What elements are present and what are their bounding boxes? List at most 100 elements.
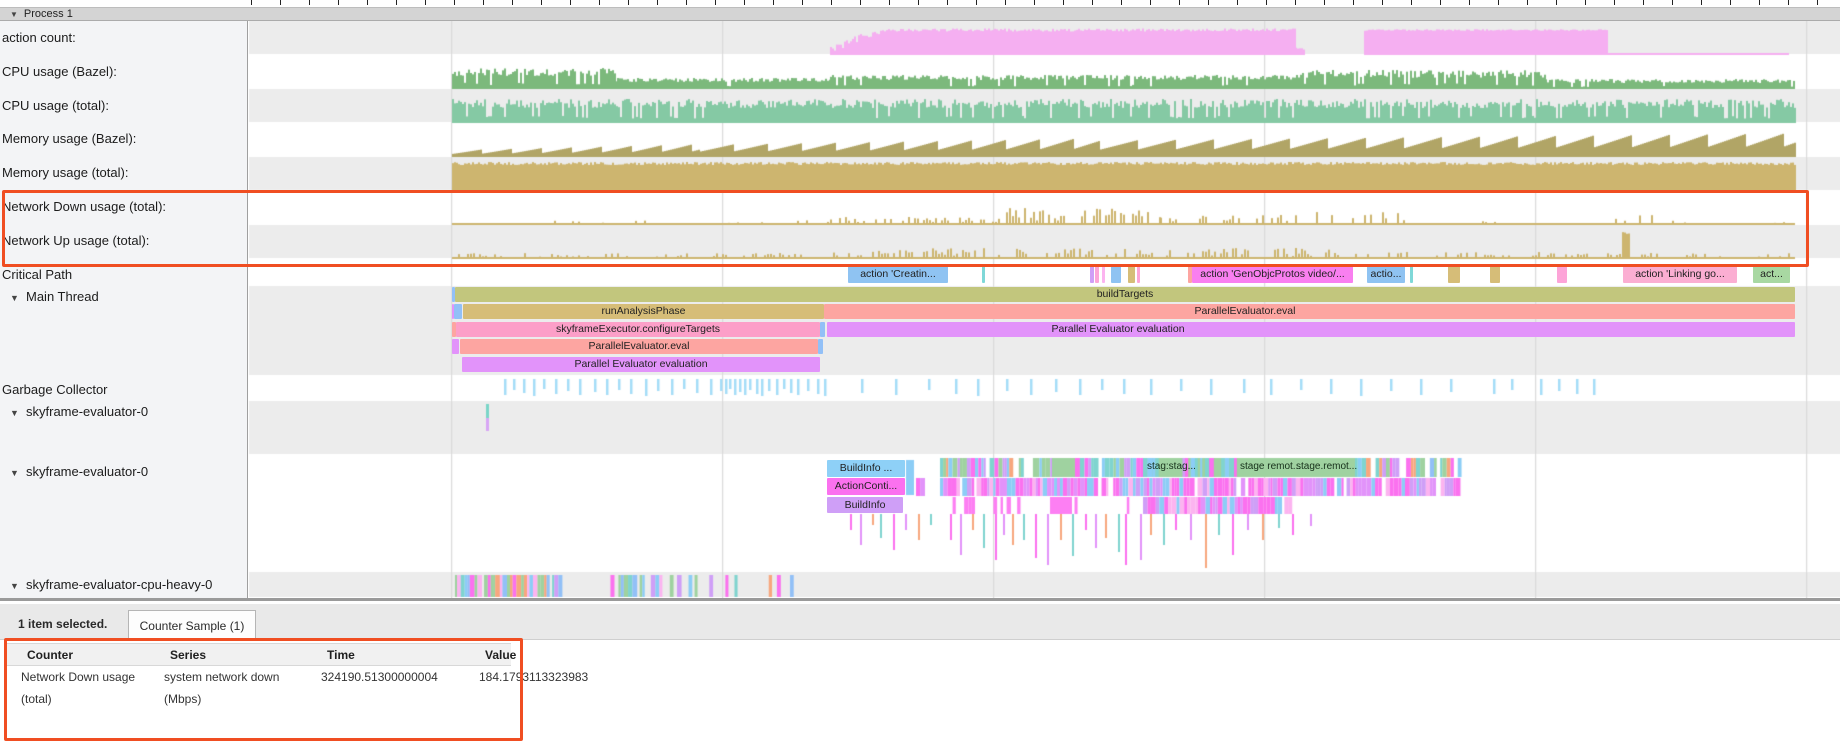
expand-arrow-icon[interactable]: ▼: [0, 408, 26, 418]
track-title: CPU usage (Bazel):: [2, 64, 117, 79]
critical-path-tick-7[interactable]: [1137, 266, 1140, 283]
staging-slice-label-2-label: stage.remot...: [1296, 461, 1357, 472]
track-title: skyframe-evaluator-0: [26, 404, 148, 419]
sidebar-item-memory-usage-bazel-[interactable]: Memory usage (Bazel):: [2, 131, 136, 146]
staging-slice-label-2: stage.remot...: [1296, 461, 1357, 472]
sidebar-item-skyframe-evaluator-cpu-heavy-0[interactable]: ▼skyframe-evaluator-cpu-heavy-0: [0, 577, 212, 592]
main-thread-slice-1-3[interactable]: ParallelEvaluator.eval: [824, 304, 1795, 319]
evaluator-slice-2[interactable]: BuildInfo: [827, 497, 903, 513]
evaluator-slice-0[interactable]: BuildInfo ...: [827, 460, 905, 477]
staging-slice-label-0: stag:stag...: [1147, 461, 1196, 472]
critical-path-tick-13[interactable]: [1490, 266, 1500, 283]
track-title: Memory usage (Bazel):: [2, 131, 136, 146]
track-title: Network Down usage (total):: [2, 199, 166, 214]
table-cell[interactable]: (total): [21, 692, 52, 706]
sidebar-item-skyframe-evaluator-0[interactable]: ▼skyframe-evaluator-0: [0, 404, 148, 419]
critical-path-slice-9[interactable]: action 'GenObjcProtos video/...: [1192, 266, 1353, 283]
sidebar-item-cpu-usage-bazel-[interactable]: CPU usage (Bazel):: [2, 64, 117, 79]
main-thread-slice-2-3-label: Parallel Evaluator evaluation: [1051, 322, 1184, 337]
evaluator-slice-1-label: ActionConti...: [827, 478, 905, 495]
track-title: skyframe-evaluator-cpu-heavy-0: [26, 577, 212, 592]
critical-path-slice-15[interactable]: action 'Linking go...: [1623, 266, 1737, 283]
track-title: Main Thread: [26, 289, 99, 304]
column-header-value[interactable]: Value: [485, 648, 516, 662]
evaluator-slice-1[interactable]: ActionConti...: [827, 478, 905, 495]
timeline-area: action 'Creatin... action 'GenObjcProtos …: [0, 0, 1840, 598]
main-thread-slice-1-1[interactable]: [454, 304, 462, 319]
track-sidebar: action count: CPU usage (Bazel): CPU usage…: [0, 21, 248, 598]
sidebar-item-critical-path[interactable]: Critical Path: [2, 267, 72, 282]
critical-path-slice-0[interactable]: action 'Creatin...: [848, 266, 948, 283]
main-thread-slice-3-0[interactable]: [452, 339, 459, 354]
evaluator-slice-0-label: BuildInfo ...: [827, 460, 905, 477]
expand-arrow-icon[interactable]: ▼: [0, 293, 26, 303]
main-thread-slice-2-1-label: skyframeExecutor.configureTargets: [456, 322, 820, 337]
counter-sample-table: Counter Series Time Value Network Down usag…: [0, 640, 1840, 742]
sidebar-item-cpu-usage-total-[interactable]: CPU usage (total):: [2, 98, 109, 113]
critical-path-slice-16-label: act...: [1753, 266, 1790, 283]
sidebar-item-memory-usage-total-[interactable]: Memory usage (total):: [2, 165, 128, 180]
critical-path-slice-16[interactable]: act...: [1753, 266, 1790, 283]
staging-slice-label-0-label: stag:stag...: [1147, 461, 1196, 472]
main-thread-slice-4-0-label: Parallel Evaluator evaluation: [462, 357, 820, 372]
table-cell[interactable]: 184.1793113323983: [479, 670, 588, 684]
details-tabbar: 1 item selected. Counter Sample (1): [0, 604, 1840, 640]
critical-path-tick-6[interactable]: [1128, 266, 1135, 283]
critical-path-slice-15-label: action 'Linking go...: [1623, 266, 1737, 283]
column-header-series[interactable]: Series: [170, 648, 206, 662]
staging-slice-label-1-label: stage remot...: [1240, 461, 1301, 472]
critical-path-tick-3[interactable]: [1095, 266, 1099, 283]
main-thread-slice-1-2-label: runAnalysisPhase: [463, 304, 824, 319]
track-title: CPU usage (total):: [2, 98, 109, 113]
critical-path-tick-2[interactable]: [1090, 266, 1094, 283]
critical-path-tick-4[interactable]: [1102, 266, 1105, 283]
column-header-counter[interactable]: Counter: [27, 648, 73, 662]
main-thread-slice-4-0[interactable]: Parallel Evaluator evaluation: [462, 357, 820, 372]
trace-viewer: ▼Process 1 action 'Creatin...action 'Gen…: [0, 0, 1840, 742]
staging-slice-label-1: stage remot...: [1240, 461, 1301, 472]
table-cell[interactable]: Network Down usage: [21, 670, 135, 684]
table-header-row: CounterSeriesTimeValue: [6, 643, 511, 666]
details-panel: 1 item selected. Counter Sample (1) Coun…: [0, 598, 1840, 742]
table-cell[interactable]: system network down: [164, 670, 279, 684]
tab-counter-sample[interactable]: Counter Sample (1): [128, 610, 256, 641]
track-title: Memory usage (total):: [2, 165, 128, 180]
track-title: skyframe-evaluator-0: [26, 464, 148, 479]
critical-path-tick-14[interactable]: [1557, 266, 1567, 283]
main-thread-slice-3-2[interactable]: [818, 339, 823, 354]
table-cell[interactable]: (Mbps): [164, 692, 201, 706]
main-thread-slice-3-1-label: ParallelEvaluator.eval: [460, 339, 818, 354]
critical-path-slice-10-label: actio...: [1367, 266, 1405, 283]
sidebar-item-main-thread[interactable]: ▼Main Thread: [0, 289, 99, 304]
critical-path-tick-11[interactable]: [1410, 266, 1413, 283]
critical-path-tick-12[interactable]: [1448, 266, 1460, 283]
critical-path-tick-1[interactable]: [982, 266, 985, 283]
critical-path-tick-5[interactable]: [1111, 266, 1121, 283]
main-thread-slice-2-1[interactable]: skyframeExecutor.configureTargets: [456, 322, 820, 337]
track-title: action count:: [2, 30, 76, 45]
main-thread-slice-2-2[interactable]: [820, 322, 825, 337]
sidebar-item-network-up-usage-total-[interactable]: Network Up usage (total):: [2, 233, 149, 248]
critical-path-slice-0-label: action 'Creatin...: [848, 266, 948, 283]
main-thread-slice-0-1-label: buildTargets: [1097, 287, 1154, 302]
critical-path-slice-9-label: action 'GenObjcProtos video/...: [1192, 266, 1353, 283]
main-thread-slice-0-1[interactable]: buildTargets: [455, 287, 1795, 302]
main-thread-slice-2-3[interactable]: Parallel Evaluator evaluation: [827, 322, 1795, 337]
sidebar-item-garbage-collector[interactable]: Garbage Collector: [2, 382, 108, 397]
sidebar-item-action-count-[interactable]: action count:: [2, 30, 76, 45]
critical-path-slice-10[interactable]: actio...: [1367, 266, 1405, 283]
sidebar-item-network-down-usage-total-[interactable]: Network Down usage (total):: [2, 199, 166, 214]
expand-arrow-icon[interactable]: ▼: [0, 468, 26, 478]
column-header-time[interactable]: Time: [327, 648, 355, 662]
track-title: Network Up usage (total):: [2, 233, 149, 248]
evaluator-slice-2-label: BuildInfo: [827, 497, 903, 513]
sidebar-item-skyframe-evaluator-0[interactable]: ▼skyframe-evaluator-0: [0, 464, 148, 479]
table-cell[interactable]: 324190.51300000004: [321, 670, 438, 684]
track-title: Critical Path: [2, 267, 72, 282]
expand-arrow-icon[interactable]: ▼: [0, 581, 26, 591]
main-thread-slice-3-1[interactable]: ParallelEvaluator.eval: [460, 339, 818, 354]
selection-status: 1 item selected.: [18, 617, 107, 631]
main-thread-slice-1-3-label: ParallelEvaluator.eval: [1195, 304, 1296, 319]
main-thread-slice-1-2[interactable]: runAnalysisPhase: [463, 304, 824, 319]
track-title: Garbage Collector: [2, 382, 108, 397]
